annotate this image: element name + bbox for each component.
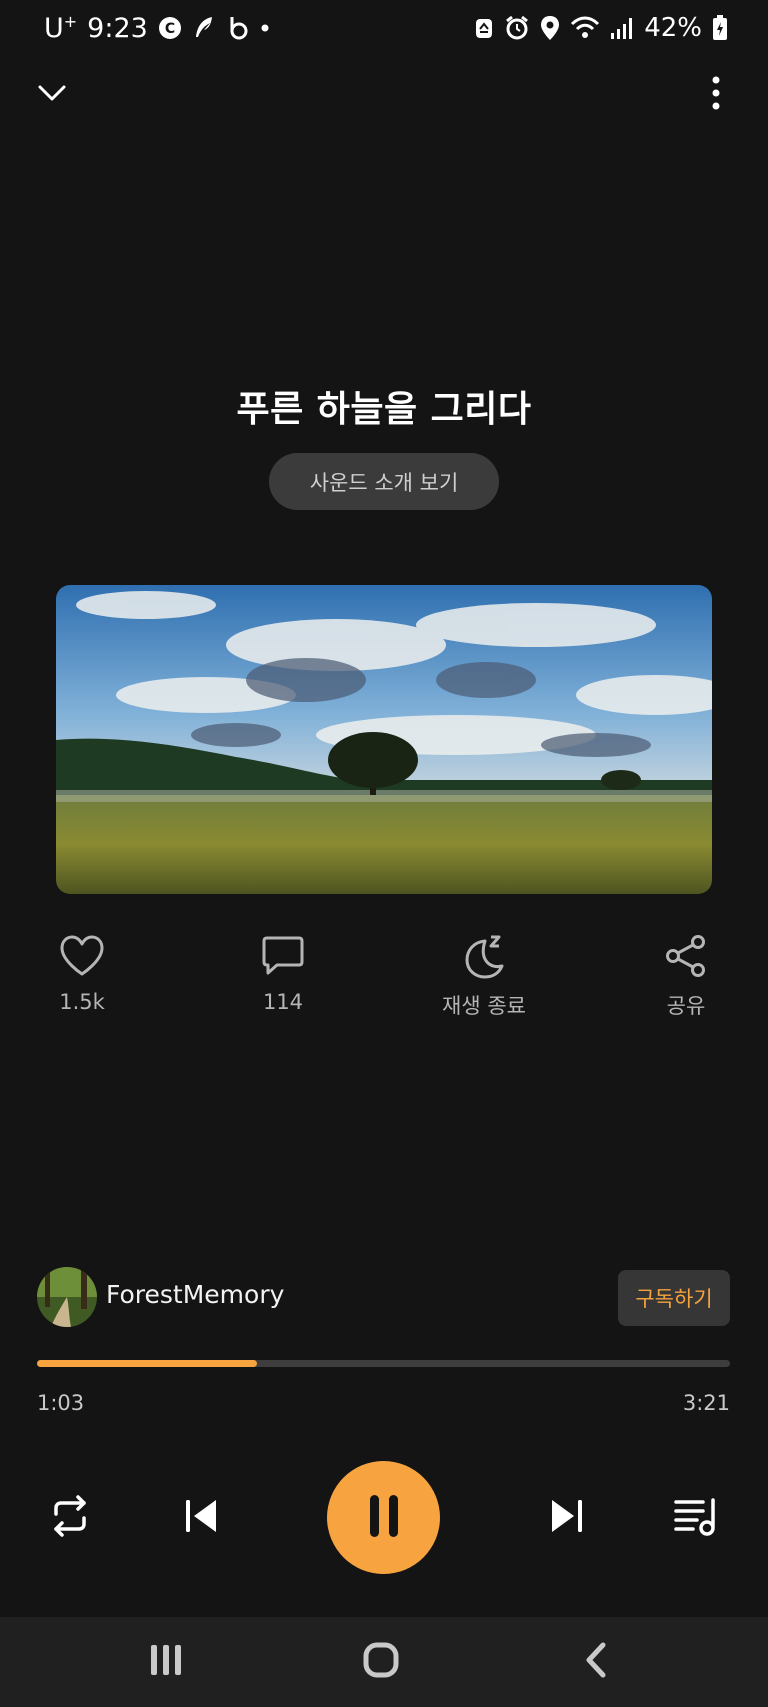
like-count: 1.5k	[59, 990, 105, 1014]
status-bar: U+ 9:23 C 42%	[0, 0, 768, 56]
current-time: 1:03	[37, 1391, 85, 1415]
comment-action[interactable]: 114	[213, 928, 353, 1014]
more-vertical-icon	[711, 76, 721, 114]
status-time: 9:23	[87, 12, 148, 44]
repeat-button[interactable]	[40, 1488, 100, 1548]
repeat-icon	[48, 1494, 92, 1542]
c-circle-icon: C	[158, 16, 182, 40]
pause-icon	[367, 1493, 401, 1543]
battery-percent: 42%	[644, 13, 702, 43]
system-nav-bar	[0, 1617, 768, 1707]
sleep-timer-label: 재생 종료	[442, 994, 526, 1018]
next-icon	[546, 1496, 586, 1540]
share-action[interactable]: 공유	[616, 928, 756, 1020]
alarm-icon	[504, 15, 530, 41]
comment-icon	[255, 928, 311, 984]
playlist-icon	[673, 1496, 719, 1540]
play-pause-button[interactable]	[327, 1461, 440, 1574]
dot-icon	[260, 23, 270, 33]
location-icon	[540, 15, 560, 41]
more-options-button[interactable]	[688, 67, 744, 123]
status-right: 42%	[474, 8, 728, 48]
recents-icon	[148, 1643, 184, 1681]
recents-button[interactable]	[126, 1622, 206, 1702]
subscribe-button[interactable]: 구독하기	[618, 1270, 730, 1326]
chevron-down-icon	[37, 84, 67, 106]
artist-name[interactable]: ForestMemory	[106, 1280, 284, 1309]
like-action[interactable]: 1.5k	[12, 928, 152, 1014]
recycle-icon	[474, 16, 494, 40]
svg-text:C: C	[165, 21, 175, 37]
signal-icon	[610, 16, 634, 40]
share-label: 공유	[666, 994, 706, 1018]
sleep-timer-action[interactable]: 재생 종료	[414, 928, 554, 1020]
share-icon	[658, 928, 714, 984]
feather-icon	[192, 15, 216, 41]
next-button[interactable]	[536, 1488, 596, 1548]
total-time: 3:21	[682, 1391, 730, 1415]
home-button[interactable]	[341, 1622, 421, 1702]
home-icon	[362, 1641, 400, 1683]
track-title: 푸른 하늘을 그리다	[236, 389, 532, 430]
b-circle-icon	[226, 15, 250, 41]
sound-intro-button[interactable]: 사운드 소개 보기	[269, 453, 499, 510]
battery-charging-icon	[712, 15, 728, 41]
back-button[interactable]	[556, 1622, 636, 1702]
wifi-icon	[570, 16, 600, 40]
artist-avatar[interactable]	[37, 1267, 97, 1327]
status-left: U+ 9:23 C	[44, 8, 270, 48]
comment-count: 114	[262, 990, 304, 1014]
previous-icon	[182, 1496, 222, 1540]
playlist-button[interactable]	[666, 1488, 726, 1548]
track-artwork	[56, 585, 712, 894]
heart-icon	[54, 928, 110, 984]
back-icon	[584, 1642, 608, 1682]
previous-button[interactable]	[172, 1488, 232, 1548]
collapse-button[interactable]	[24, 67, 80, 123]
progress-fill	[37, 1360, 258, 1367]
progress-bar[interactable]	[37, 1360, 730, 1367]
sleep-timer-moon-icon	[456, 928, 512, 984]
carrier-label: U+	[44, 12, 78, 44]
